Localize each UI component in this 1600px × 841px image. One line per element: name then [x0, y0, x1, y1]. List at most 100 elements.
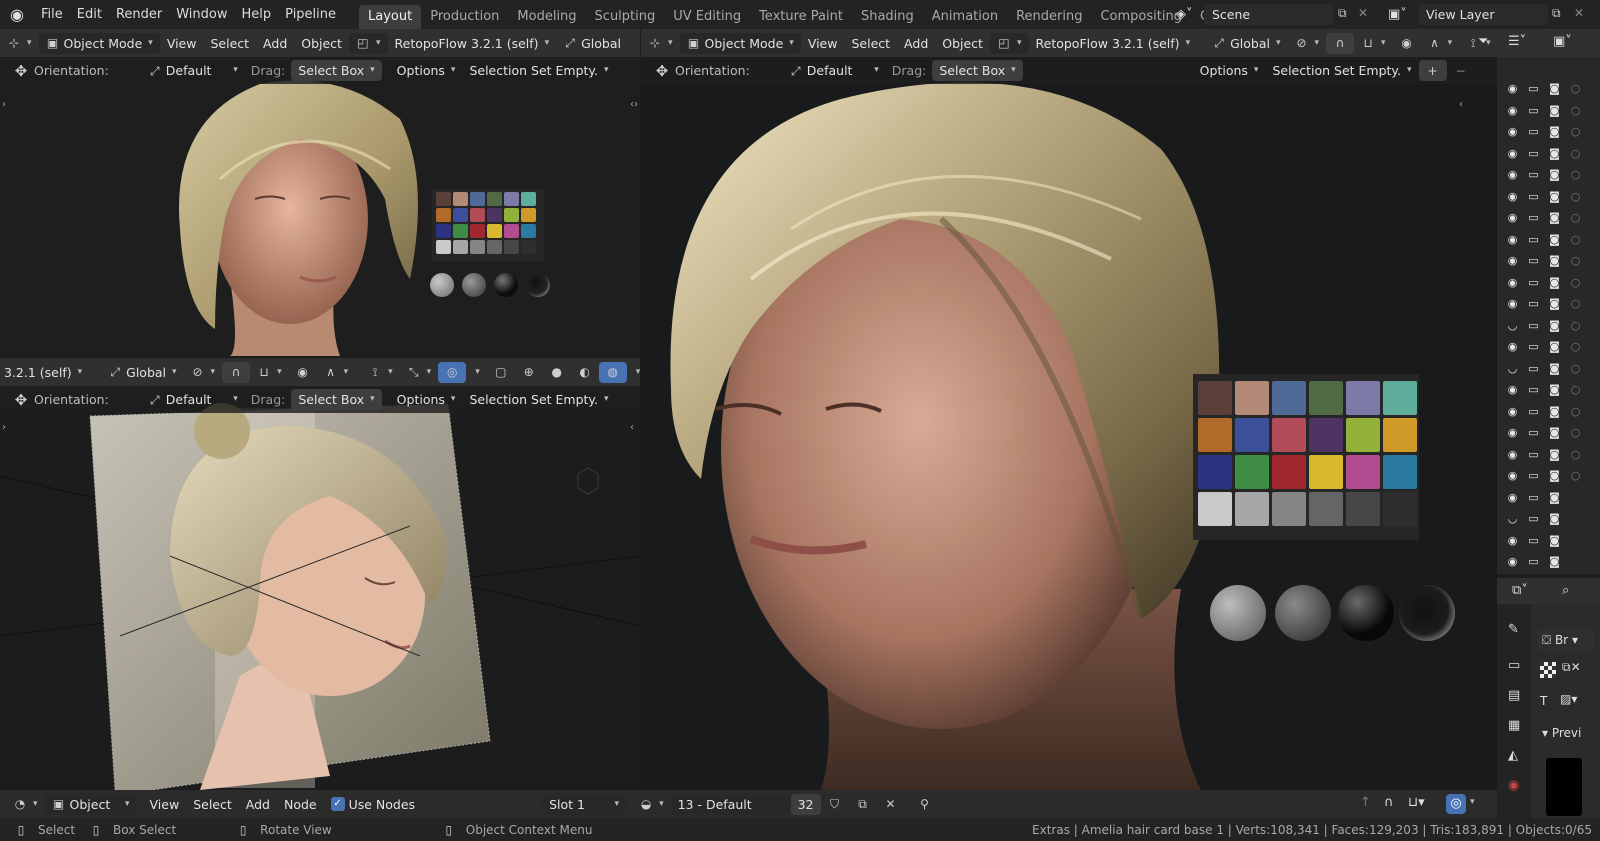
- menu-view[interactable]: View: [160, 33, 204, 54]
- viewport-monitor-icon[interactable]: ▭: [1526, 468, 1541, 483]
- snap-target-icon[interactable]: ⊔ ▾: [250, 362, 289, 383]
- visibility-eye-icon[interactable]: ◉: [1505, 81, 1520, 96]
- tab-sculpting[interactable]: Sculpting: [586, 5, 665, 29]
- texture-checker-icon[interactable]: [1540, 662, 1556, 678]
- selectable-circle-icon[interactable]: [1568, 490, 1583, 505]
- outliner-row[interactable]: ◉ ▭ ◙: [1505, 530, 1585, 551]
- fake-user-shield-icon[interactable]: ⛉: [821, 794, 849, 815]
- selectable-circle-icon[interactable]: [1568, 533, 1583, 548]
- material-browse-icon[interactable]: ◒ ▾: [632, 794, 671, 815]
- visibility-eye-icon[interactable]: ◉: [1505, 339, 1520, 354]
- render-camera-icon[interactable]: ◙: [1547, 318, 1562, 333]
- render-camera-icon[interactable]: ◙: [1547, 146, 1562, 161]
- selectable-circle-icon[interactable]: [1568, 554, 1583, 569]
- viewport-monitor-icon[interactable]: ▭: [1526, 296, 1541, 311]
- retopo-icon-button[interactable]: ◰ ▾: [348, 32, 388, 54]
- pin-icon[interactable]: ⚲: [911, 794, 939, 815]
- visibility-eye-icon[interactable]: ◉: [1505, 189, 1520, 204]
- selectable-circle-icon[interactable]: ○: [1568, 296, 1583, 311]
- shader-object-dropdown[interactable]: ▣ Object ▾: [44, 793, 137, 815]
- tab-texture-paint[interactable]: Texture Paint: [750, 5, 852, 29]
- viewport-monitor-icon[interactable]: ▭: [1526, 103, 1541, 118]
- viewport-monitor-icon[interactable]: ▭: [1526, 210, 1541, 225]
- shader-snap-icon[interactable]: ∩: [1384, 795, 1394, 810]
- outliner-row[interactable]: ◉ ▭ ◙: [1505, 551, 1585, 572]
- render-camera-icon[interactable]: ◙: [1547, 533, 1562, 548]
- visibility-eye-icon[interactable]: ◉: [1505, 124, 1520, 139]
- outliner-row[interactable]: ◉ ▭ ◙ ○: [1505, 186, 1585, 207]
- view-object-types-icon[interactable]: ⟟ ▾: [361, 362, 400, 383]
- proportional-edit-icon-main[interactable]: ◉: [1393, 33, 1421, 54]
- left-collapse-arrow-icon[interactable]: ›: [2, 99, 6, 110]
- render-camera-icon[interactable]: ◙: [1547, 232, 1562, 247]
- add-selection-set-icon[interactable]: +: [1418, 60, 1447, 81]
- viewport-monitor-icon[interactable]: ▭: [1526, 146, 1541, 161]
- selectable-circle-icon[interactable]: ○: [1568, 382, 1583, 397]
- shader-overlay-icon[interactable]: ◎: [1446, 794, 1466, 814]
- menu-window[interactable]: Window: [169, 0, 234, 29]
- render-camera-icon[interactable]: ◙: [1547, 425, 1562, 440]
- tab-production[interactable]: Production: [421, 5, 508, 29]
- outliner-row[interactable]: ◉ ▭ ◙ ○: [1505, 207, 1585, 228]
- render-camera-icon[interactable]: ◙: [1547, 210, 1562, 225]
- visibility-eye-icon[interactable]: ◉: [1505, 533, 1520, 548]
- output-tab-icon[interactable]: ▤: [1508, 688, 1520, 703]
- pivot-icon-main[interactable]: ⊘ ▾: [1288, 33, 1327, 54]
- right-collapse-arrow-icon[interactable]: ‹›: [630, 99, 638, 110]
- tab-rendering[interactable]: Rendering: [1007, 5, 1091, 29]
- view-layer-icon[interactable]: ▣˅: [1388, 5, 1414, 25]
- left-collapse-arrow-bottom-icon[interactable]: ›: [2, 422, 6, 433]
- visibility-eye-icon[interactable]: ◡: [1505, 511, 1520, 526]
- viewport-monitor-icon[interactable]: ▭: [1526, 318, 1541, 333]
- menu-edit[interactable]: Edit: [70, 0, 109, 29]
- render-camera-icon[interactable]: ◙: [1547, 490, 1562, 505]
- menu-file[interactable]: File: [34, 0, 70, 29]
- menu-object[interactable]: Object: [294, 33, 349, 54]
- snap-toggle-icon-main[interactable]: ∩: [1326, 32, 1355, 54]
- outliner-row[interactable]: ◉ ▭ ◙ ○: [1505, 100, 1585, 121]
- tab-shading[interactable]: Shading: [852, 5, 923, 29]
- viewport-monitor-icon[interactable]: ▭: [1526, 447, 1541, 462]
- render-camera-icon[interactable]: ◙: [1547, 253, 1562, 268]
- render-camera-icon[interactable]: ◙: [1547, 468, 1562, 483]
- slot-dropdown[interactable]: Slot 1 ▾: [542, 793, 627, 815]
- overlay-toggle-icon[interactable]: ◎: [438, 361, 467, 383]
- outliner-filter-funnel-icon[interactable]: ⏷: [1478, 34, 1488, 49]
- selectable-circle-icon[interactable]: ○: [1568, 447, 1583, 462]
- viewport-monitor-icon[interactable]: ▭: [1526, 275, 1541, 290]
- xray-icon[interactable]: ▢: [487, 362, 515, 383]
- drag-dropdown[interactable]: Select Box ▾: [291, 60, 382, 81]
- visibility-eye-icon[interactable]: ◡: [1505, 361, 1520, 376]
- selectable-circle-icon[interactable]: ○: [1568, 425, 1583, 440]
- shading-wireframe-icon[interactable]: ⊕: [515, 362, 543, 383]
- outliner-row[interactable]: ◉ ▭ ◙ ○: [1505, 422, 1585, 443]
- transform-orientation-dropdown[interactable]: ⤢ Global: [556, 33, 628, 54]
- outliner-display-mode-icon[interactable]: ☰˅: [1508, 34, 1526, 49]
- editor-type-icon-main[interactable]: ⊹ ▾: [641, 33, 680, 54]
- world-tab-icon[interactable]: ◉: [1508, 778, 1519, 793]
- viewport-monitor-icon[interactable]: ▭: [1526, 253, 1541, 268]
- selection-set-dropdown[interactable]: Selection Set Empty. ▾: [462, 60, 615, 81]
- selectable-circle-icon[interactable]: ○: [1568, 103, 1583, 118]
- viewport-monitor-icon[interactable]: ▭: [1526, 361, 1541, 376]
- outliner-row[interactable]: ◉ ▭ ◙ ○: [1505, 143, 1585, 164]
- outliner-row[interactable]: ◉ ▭ ◙ ○: [1505, 164, 1585, 185]
- close-scene-icon[interactable]: ✕: [1358, 6, 1374, 22]
- close-view-layer-icon[interactable]: ✕: [1574, 6, 1590, 22]
- outliner-row[interactable]: ◡ ▭ ◙ ○: [1505, 358, 1585, 379]
- selectable-circle-icon[interactable]: ○: [1568, 361, 1583, 376]
- options-dropdown-2[interactable]: Options ▾: [390, 389, 463, 410]
- falloff-icon-main[interactable]: ∧ ▾: [1421, 33, 1460, 54]
- right-collapse-arrow-bottom-icon[interactable]: ‹: [630, 422, 634, 433]
- visibility-eye-icon[interactable]: ◉: [1505, 210, 1520, 225]
- outliner-row[interactable]: ◉ ▭ ◙ ○: [1505, 293, 1585, 314]
- gizmo-icon[interactable]: ⤡ ▾: [400, 362, 439, 383]
- visibility-eye-icon[interactable]: ◉: [1505, 146, 1520, 161]
- preview-panel-label[interactable]: ▾ Previ: [1542, 726, 1581, 740]
- text-tool-icon[interactable]: T: [1540, 694, 1547, 708]
- material-name-field[interactable]: 13 - Default: [670, 793, 791, 815]
- main-collapse-right-icon[interactable]: ‹: [1459, 99, 1463, 110]
- viewport-monitor-icon[interactable]: ▭: [1526, 404, 1541, 419]
- render-camera-icon[interactable]: ◙: [1547, 339, 1562, 354]
- menu-add-main[interactable]: Add: [897, 33, 935, 54]
